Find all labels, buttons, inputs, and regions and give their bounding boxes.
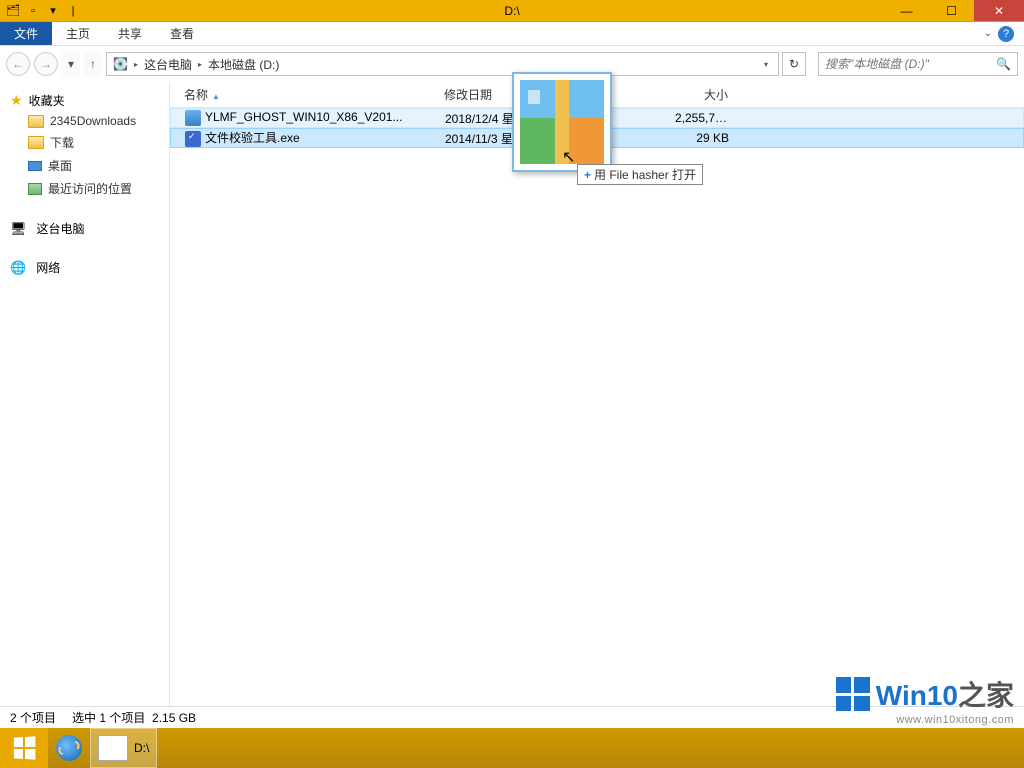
address-dropdown-icon[interactable]: ▾ (758, 60, 774, 69)
search-input[interactable] (825, 57, 996, 71)
ribbon: 文件 主页 共享 查看 ⌄ ? (0, 22, 1024, 46)
taskbar-explorer[interactable]: D:\ (90, 728, 157, 768)
taskbar-label: D:\ (134, 741, 149, 755)
sidebar-item-desktop[interactable]: 桌面 (0, 154, 169, 177)
up-button[interactable]: ↑ (84, 52, 102, 76)
navigation-pane: 收藏夹 2345Downloads 下载 桌面 最近访问的位置 这台电脑 网络 (0, 82, 170, 706)
help-button[interactable]: ? (998, 26, 1014, 42)
sidebar-item-downloads2[interactable]: 下载 (0, 131, 169, 154)
minimize-button[interactable]: — (884, 0, 929, 21)
qat-divider: | (64, 2, 82, 20)
window-title: D:\ (504, 4, 519, 18)
explorer-thumb-icon (98, 735, 128, 761)
quick-access-toolbar: 🗂 ▫ ▾ | (0, 2, 82, 20)
sort-asc-icon: ▲ (212, 92, 220, 101)
breadcrumb-segment[interactable]: 这台电脑 (142, 56, 194, 73)
status-bar: 2 个项目 选中 1 个项目 2.15 GB (0, 706, 1024, 728)
chevron-right-icon[interactable]: ▸ (194, 60, 206, 69)
tab-view[interactable]: 查看 (156, 22, 208, 45)
this-pc-header[interactable]: 这台电脑 (0, 218, 169, 239)
recent-dropdown[interactable]: ▾ (62, 52, 80, 76)
app-icon: 🗂 (4, 2, 22, 20)
back-button[interactable]: ← (6, 52, 30, 76)
network-header[interactable]: 网络 (0, 257, 169, 278)
folder-icon (28, 136, 44, 149)
status-item-count: 2 个项目 (10, 709, 56, 726)
drive-icon: 💽 (111, 57, 130, 71)
cursor-icon: ↖ (562, 147, 575, 167)
start-button[interactable] (0, 728, 48, 768)
refresh-button[interactable]: ↻ (782, 52, 806, 76)
file-tab[interactable]: 文件 (0, 22, 52, 45)
taskbar: D:\ (0, 728, 1024, 768)
status-selected: 选中 1 个项目 2.15 GB (72, 709, 196, 726)
col-size[interactable]: 大小 (666, 86, 736, 103)
tab-share[interactable]: 共享 (104, 22, 156, 45)
sidebar-item-recent[interactable]: 最近访问的位置 (0, 177, 169, 200)
file-list: 名称▲ 修改日期 类型 大小 YLMF_GHOST_WIN10_X86_V201… (170, 82, 1024, 706)
iso-icon (185, 110, 201, 126)
forward-button[interactable]: → (34, 52, 58, 76)
ribbon-collapse-icon[interactable]: ⌄ (984, 28, 992, 39)
chevron-right-icon[interactable]: ▸ (130, 60, 142, 69)
qat-item[interactable]: ▾ (44, 2, 62, 20)
recent-icon (28, 183, 42, 195)
desktop-icon (28, 161, 42, 171)
window-titlebar: 🗂 ▫ ▾ | D:\ — ☐ ✕ (0, 0, 1024, 22)
breadcrumb-segment[interactable]: 本地磁盘 (D:) (206, 56, 281, 73)
col-name[interactable]: 名称▲ (176, 86, 436, 103)
address-bar[interactable]: 💽 ▸ 这台电脑 ▸ 本地磁盘 (D:) ▾ (106, 52, 779, 76)
maximize-button[interactable]: ☐ (929, 0, 974, 21)
qat-item[interactable]: ▫ (24, 2, 42, 20)
drop-tooltip: + 用 File hasher 打开 (577, 164, 703, 185)
favorites-header[interactable]: 收藏夹 (0, 90, 169, 111)
sidebar-item-downloads1[interactable]: 2345Downloads (0, 111, 169, 131)
close-button[interactable]: ✕ (974, 0, 1024, 21)
taskbar-ie[interactable] (48, 728, 90, 768)
ie-icon (56, 735, 82, 761)
folder-icon (28, 115, 44, 128)
exe-icon (185, 131, 201, 147)
search-icon[interactable]: 🔍 (996, 57, 1011, 71)
tab-home[interactable]: 主页 (52, 22, 104, 45)
plus-icon: + (584, 168, 591, 182)
windows-logo-icon (14, 736, 36, 759)
window-controls: — ☐ ✕ (884, 0, 1024, 21)
search-box[interactable]: 🔍 (818, 52, 1018, 76)
